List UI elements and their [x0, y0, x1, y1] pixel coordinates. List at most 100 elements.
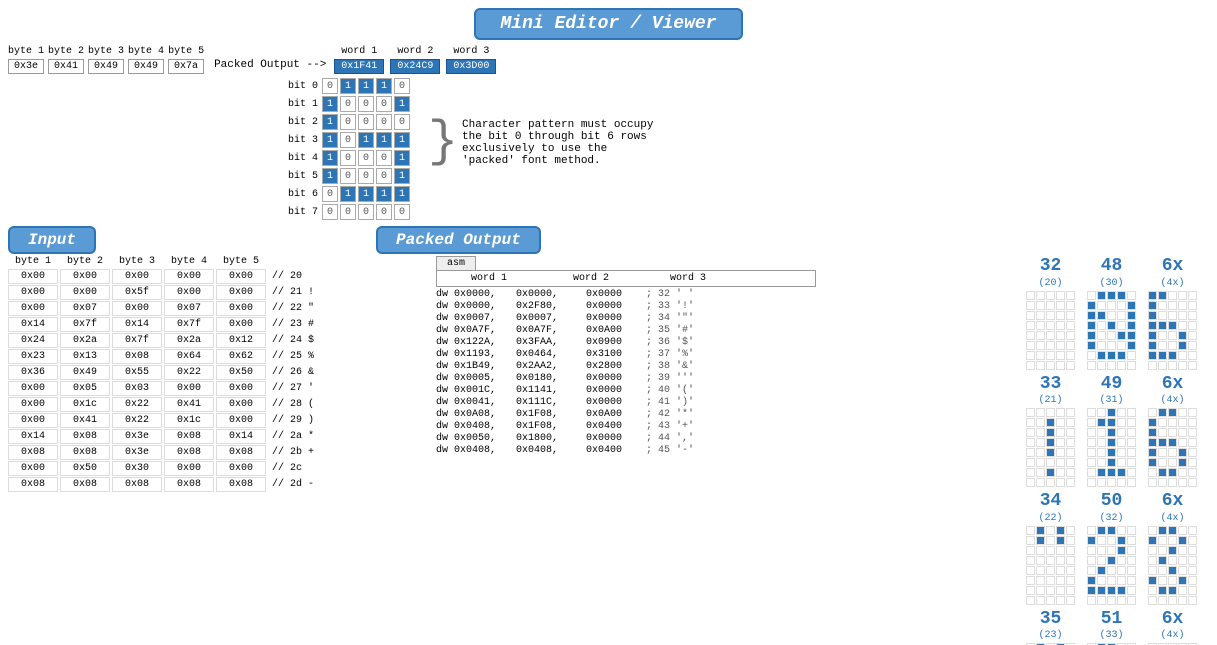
input-cell-r7c0[interactable]: 0x00 [8, 381, 58, 396]
input-cell-r8c3[interactable]: 0x41 [164, 397, 214, 412]
bit-cell-r3c4[interactable]: 1 [394, 132, 410, 148]
input-cell-r9c4[interactable]: 0x00 [216, 413, 266, 428]
bit-cell-r0c1[interactable]: 1 [340, 78, 356, 94]
bit-cell-r7c0[interactable]: 0 [322, 204, 338, 220]
input-cell-r8c0[interactable]: 0x00 [8, 397, 58, 412]
byte5-value[interactable]: 0x7a [168, 59, 204, 74]
input-cell-r6c2[interactable]: 0x55 [112, 365, 162, 380]
input-cell-r10c4[interactable]: 0x14 [216, 429, 266, 444]
bit-cell-r1c3[interactable]: 0 [376, 96, 392, 112]
input-cell-r10c1[interactable]: 0x08 [60, 429, 110, 444]
bit-cell-r7c1[interactable]: 0 [340, 204, 356, 220]
input-cell-r11c2[interactable]: 0x3e [112, 445, 162, 460]
bit-cell-r0c3[interactable]: 1 [376, 78, 392, 94]
bit-cell-r5c3[interactable]: 0 [376, 168, 392, 184]
bit-cell-r3c1[interactable]: 0 [340, 132, 356, 148]
input-cell-r12c1[interactable]: 0x50 [60, 461, 110, 476]
input-cell-r11c3[interactable]: 0x08 [164, 445, 214, 460]
bit-cell-r3c0[interactable]: 1 [322, 132, 338, 148]
input-cell-r8c1[interactable]: 0x1c [60, 397, 110, 412]
input-cell-r1c2[interactable]: 0x5f [112, 285, 162, 300]
bit-cell-r7c3[interactable]: 0 [376, 204, 392, 220]
bit-cell-r1c2[interactable]: 0 [358, 96, 374, 112]
input-cell-r2c3[interactable]: 0x07 [164, 301, 214, 316]
input-cell-r0c4[interactable]: 0x00 [216, 269, 266, 284]
input-cell-r13c4[interactable]: 0x08 [216, 477, 266, 492]
input-cell-r7c4[interactable]: 0x00 [216, 381, 266, 396]
bit-cell-r2c2[interactable]: 0 [358, 114, 374, 130]
bit-cell-r5c0[interactable]: 1 [322, 168, 338, 184]
bit-cell-r0c4[interactable]: 0 [394, 78, 410, 94]
input-cell-r3c2[interactable]: 0x14 [112, 317, 162, 332]
input-cell-r4c1[interactable]: 0x2a [60, 333, 110, 348]
input-cell-r7c1[interactable]: 0x05 [60, 381, 110, 396]
bit-cell-r5c1[interactable]: 0 [340, 168, 356, 184]
input-cell-r0c0[interactable]: 0x00 [8, 269, 58, 284]
input-cell-r7c3[interactable]: 0x00 [164, 381, 214, 396]
input-cell-r10c2[interactable]: 0x3e [112, 429, 162, 444]
input-cell-r12c4[interactable]: 0x00 [216, 461, 266, 476]
input-cell-r11c1[interactable]: 0x08 [60, 445, 110, 460]
input-cell-r13c1[interactable]: 0x08 [60, 477, 110, 492]
input-cell-r8c4[interactable]: 0x00 [216, 397, 266, 412]
input-cell-r8c2[interactable]: 0x22 [112, 397, 162, 412]
input-cell-r5c0[interactable]: 0x23 [8, 349, 58, 364]
bit-cell-r4c2[interactable]: 0 [358, 150, 374, 166]
input-cell-r11c4[interactable]: 0x08 [216, 445, 266, 460]
input-cell-r4c0[interactable]: 0x24 [8, 333, 58, 348]
bit-cell-r7c4[interactable]: 0 [394, 204, 410, 220]
input-cell-r3c1[interactable]: 0x7f [60, 317, 110, 332]
input-cell-r3c0[interactable]: 0x14 [8, 317, 58, 332]
bit-cell-r5c4[interactable]: 1 [394, 168, 410, 184]
input-cell-r9c2[interactable]: 0x22 [112, 413, 162, 428]
asm-tab[interactable]: asm [436, 256, 476, 270]
input-cell-r4c2[interactable]: 0x7f [112, 333, 162, 348]
bit-cell-r5c2[interactable]: 0 [358, 168, 374, 184]
input-cell-r2c0[interactable]: 0x00 [8, 301, 58, 316]
input-cell-r2c1[interactable]: 0x07 [60, 301, 110, 316]
bit-cell-r6c0[interactable]: 0 [322, 186, 338, 202]
bit-cell-r6c3[interactable]: 1 [376, 186, 392, 202]
bit-cell-r1c1[interactable]: 0 [340, 96, 356, 112]
input-cell-r10c3[interactable]: 0x08 [164, 429, 214, 444]
input-cell-r12c3[interactable]: 0x00 [164, 461, 214, 476]
input-cell-r13c2[interactable]: 0x08 [112, 477, 162, 492]
byte1-value[interactable]: 0x3e [8, 59, 44, 74]
bit-cell-r0c2[interactable]: 1 [358, 78, 374, 94]
input-cell-r5c2[interactable]: 0x08 [112, 349, 162, 364]
input-cell-r4c4[interactable]: 0x12 [216, 333, 266, 348]
input-cell-r9c0[interactable]: 0x00 [8, 413, 58, 428]
input-cell-r0c2[interactable]: 0x00 [112, 269, 162, 284]
input-cell-r5c3[interactable]: 0x64 [164, 349, 214, 364]
bit-cell-r2c1[interactable]: 0 [340, 114, 356, 130]
input-cell-r2c2[interactable]: 0x00 [112, 301, 162, 316]
bit-cell-r3c2[interactable]: 1 [358, 132, 374, 148]
input-cell-r1c4[interactable]: 0x00 [216, 285, 266, 300]
input-cell-r6c1[interactable]: 0x49 [60, 365, 110, 380]
bit-cell-r6c1[interactable]: 1 [340, 186, 356, 202]
input-cell-r0c1[interactable]: 0x00 [60, 269, 110, 284]
byte2-value[interactable]: 0x41 [48, 59, 84, 74]
input-cell-r6c3[interactable]: 0x22 [164, 365, 214, 380]
bit-cell-r6c2[interactable]: 1 [358, 186, 374, 202]
bit-cell-r4c0[interactable]: 1 [322, 150, 338, 166]
input-cell-r7c2[interactable]: 0x03 [112, 381, 162, 396]
input-cell-r11c0[interactable]: 0x08 [8, 445, 58, 460]
input-cell-r4c3[interactable]: 0x2a [164, 333, 214, 348]
bit-cell-r0c0[interactable]: 0 [322, 78, 338, 94]
bit-cell-r1c0[interactable]: 1 [322, 96, 338, 112]
bit-cell-r3c3[interactable]: 1 [376, 132, 392, 148]
byte4-value[interactable]: 0x49 [128, 59, 164, 74]
input-cell-r10c0[interactable]: 0x14 [8, 429, 58, 444]
input-cell-r1c0[interactable]: 0x00 [8, 285, 58, 300]
bit-cell-r2c4[interactable]: 0 [394, 114, 410, 130]
input-cell-r0c3[interactable]: 0x00 [164, 269, 214, 284]
input-cell-r3c4[interactable]: 0x00 [216, 317, 266, 332]
input-cell-r13c3[interactable]: 0x08 [164, 477, 214, 492]
bit-cell-r2c3[interactable]: 0 [376, 114, 392, 130]
bit-cell-r4c1[interactable]: 0 [340, 150, 356, 166]
bit-cell-r1c4[interactable]: 1 [394, 96, 410, 112]
input-cell-r5c4[interactable]: 0x62 [216, 349, 266, 364]
input-cell-r13c0[interactable]: 0x08 [8, 477, 58, 492]
input-cell-r3c3[interactable]: 0x7f [164, 317, 214, 332]
